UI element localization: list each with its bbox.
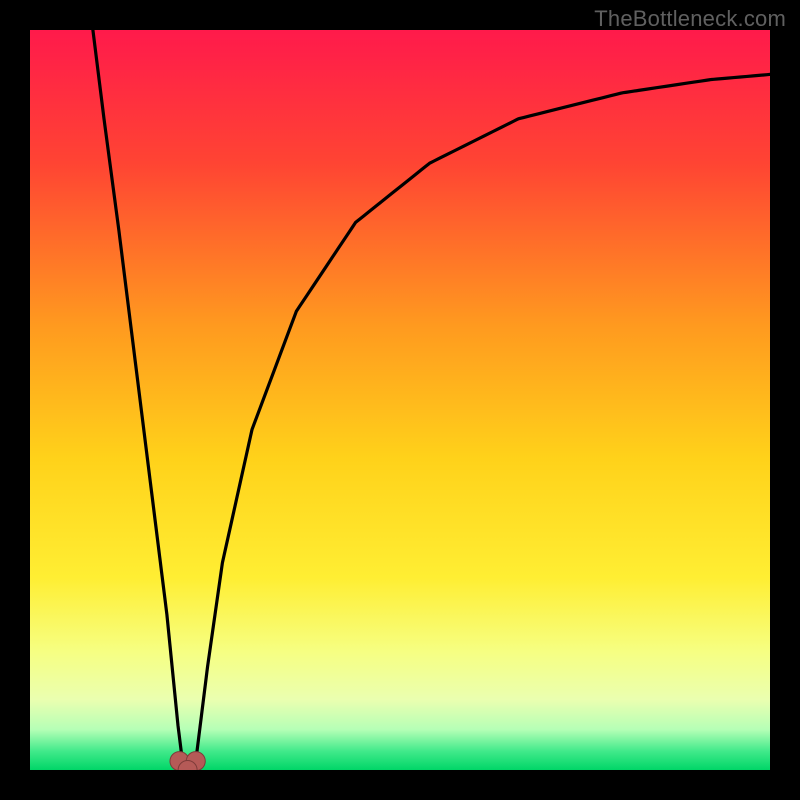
plot-area bbox=[30, 30, 770, 770]
chart-frame: TheBottleneck.com bbox=[0, 0, 800, 800]
chart-svg bbox=[30, 30, 770, 770]
attribution-text: TheBottleneck.com bbox=[594, 6, 786, 32]
